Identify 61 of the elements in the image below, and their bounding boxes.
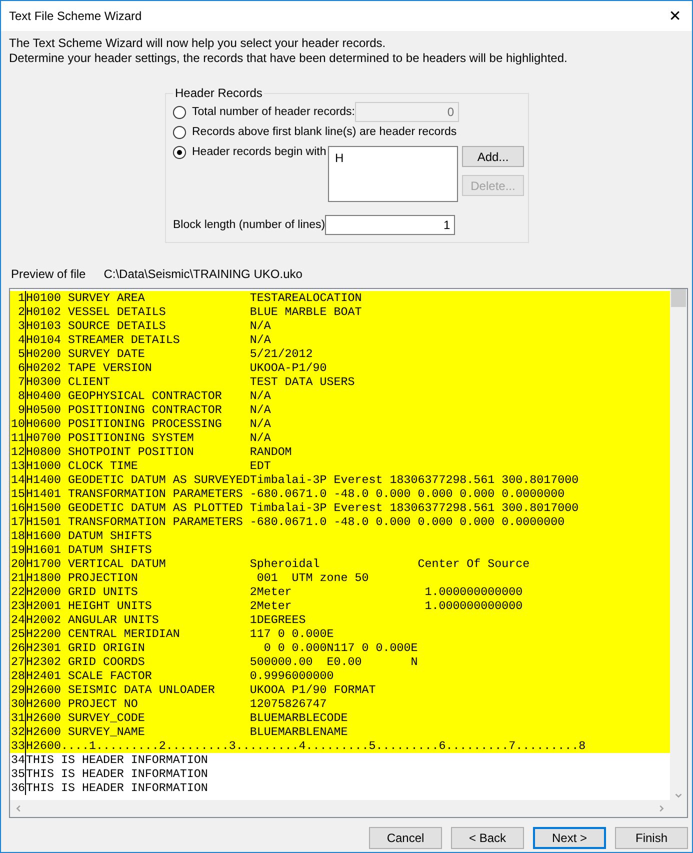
line-number: 30	[10, 697, 25, 711]
line-number: 21	[10, 571, 25, 585]
line-number: 31	[10, 711, 25, 725]
line-number: 26	[10, 641, 25, 655]
instruction-text: The Text Scheme Wizard will now help you select your header records.	[9, 36, 387, 51]
line-number: 13	[10, 459, 25, 473]
line-number: 1	[17, 291, 25, 305]
line-number: 10	[10, 417, 25, 431]
line-number: 28	[10, 669, 25, 683]
radio-icon[interactable]	[173, 126, 186, 139]
list-button[interactable]: Add...	[462, 146, 524, 167]
line-number: 8	[17, 389, 25, 403]
line-number: 9	[17, 403, 25, 417]
line-number: 24	[10, 613, 25, 627]
scroll-down-icon[interactable]	[674, 791, 683, 800]
radio-icon[interactable]	[173, 146, 186, 159]
close-button[interactable]: ✕	[658, 1, 692, 31]
line-number: 36	[10, 781, 25, 795]
line-number: 11	[10, 431, 25, 445]
line-number: 5	[17, 347, 25, 361]
line-number: 17	[10, 515, 25, 529]
block-length-field[interactable]: 1	[325, 215, 456, 235]
line-number: 14	[10, 473, 25, 487]
scroll-thumb[interactable]	[671, 289, 686, 307]
line-number: 18	[10, 529, 25, 543]
line-number: 15	[10, 487, 25, 501]
wizard-button[interactable]: Next >	[533, 827, 606, 849]
line-number: 32	[10, 725, 25, 739]
preview-label: Preview of file	[11, 267, 86, 281]
line-number: 23	[10, 599, 25, 613]
group-title: Header Records	[174, 86, 264, 100]
line-number: 20	[10, 557, 25, 571]
wizard-button[interactable]: < Back	[451, 827, 524, 849]
list-item[interactable]: H	[335, 151, 451, 165]
instruction-text: Determine your header settings, the records that have been determined to be headers will be highlighted.	[9, 51, 568, 66]
wizard-button[interactable]: Finish	[615, 827, 688, 849]
line-number: 3	[17, 319, 25, 333]
line-number: 35	[10, 767, 25, 781]
radio-option[interactable]: Header records begin with	[173, 142, 328, 202]
line-number: 27	[10, 655, 25, 669]
scroll-right-icon[interactable]	[657, 804, 666, 813]
line-number: 29	[10, 683, 25, 697]
line-number: 33	[10, 739, 25, 753]
line-number: 19	[10, 543, 25, 557]
line-number: 25	[10, 627, 25, 641]
file-path: C:\Data\Seismic\TRAINING UKO.uko	[104, 267, 302, 281]
line-number: 34	[10, 753, 25, 767]
line-number: 16	[10, 501, 25, 515]
line-number: 12	[10, 445, 25, 459]
window-title: Text File Scheme Wizard	[9, 9, 142, 23]
line-text: THIS IS HEADER INFORMATION	[25, 781, 208, 795]
field-label: Block length (number of lines)	[173, 219, 326, 231]
radio-option[interactable]: Records above first blank line(s) are header records	[173, 122, 520, 142]
scroll-left-icon[interactable]	[14, 804, 23, 813]
line-number: 4	[17, 333, 25, 347]
line-number: 2	[17, 305, 25, 319]
wizard-button[interactable]: Cancel	[369, 827, 442, 849]
line-number: 22	[10, 585, 25, 599]
prefix-list[interactable]: H	[328, 146, 458, 202]
line-number: 6	[17, 361, 25, 375]
line-number: 7	[17, 375, 25, 389]
